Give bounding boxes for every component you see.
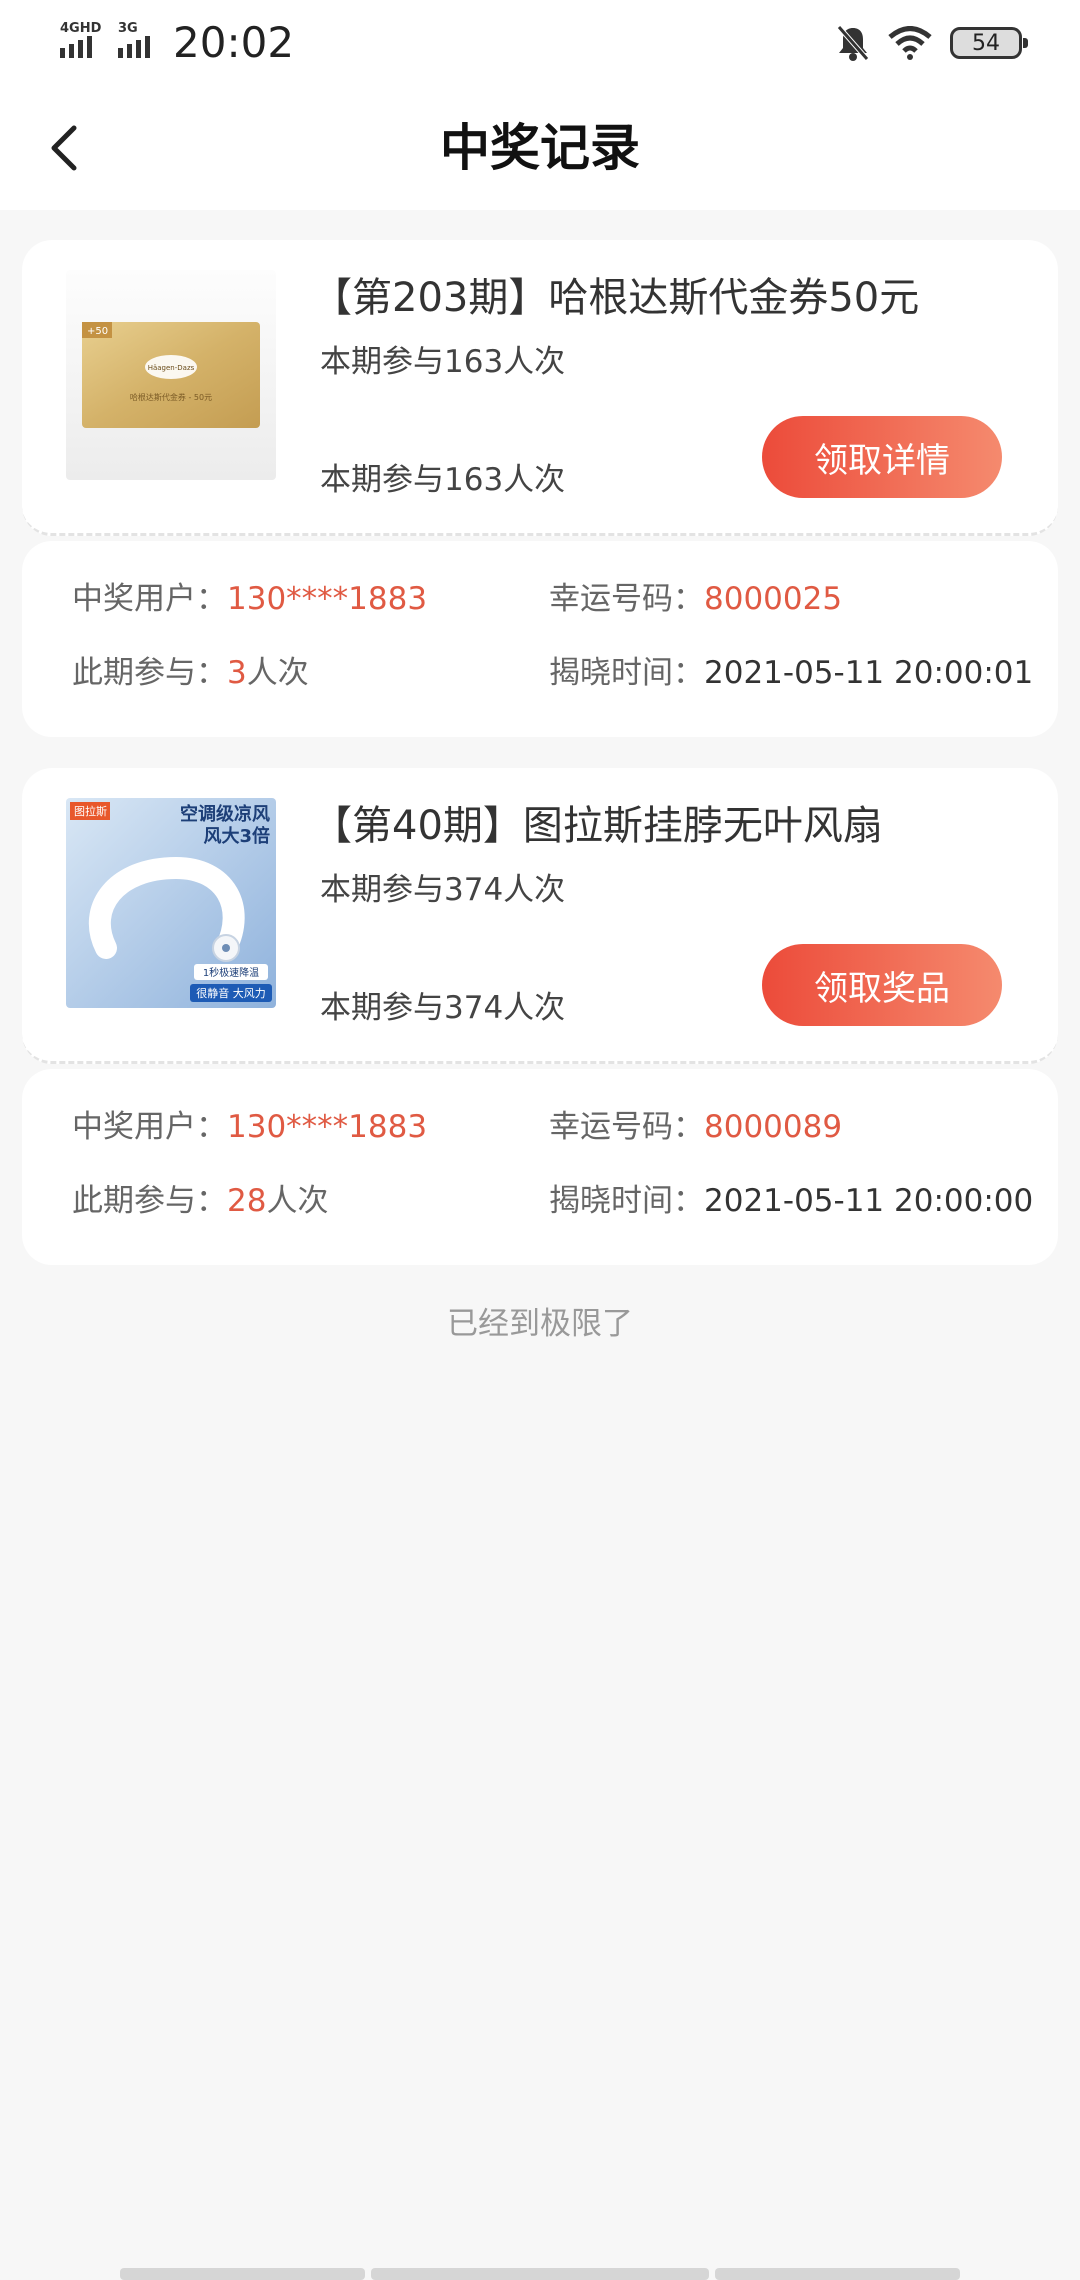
voucher-image: +50 Häagen-Dazs 哈根达斯代金券 - 50元: [66, 270, 276, 480]
lucky-label: 幸运号码：: [549, 581, 704, 617]
svg-text:空调级凉风: 空调级凉风: [180, 803, 270, 825]
nav-hint-bar: [120, 2268, 365, 2280]
joined-label: 此期参与：: [72, 1183, 227, 1219]
joined-label: 此期参与：: [72, 655, 227, 691]
svg-text:Häagen-Dazs: Häagen-Dazs: [148, 364, 195, 372]
participants-text: 本期参与163人次: [320, 462, 566, 498]
reveal-label: 揭晓时间：: [549, 655, 704, 691]
signal-icon: 4GHD 3G: [60, 21, 150, 58]
winner-user: 中奖用户：130****1883: [72, 1105, 427, 1149]
winner-label: 中奖用户：: [72, 581, 227, 617]
participants-text: 本期参与374人次: [320, 872, 566, 908]
svg-text:哈根达斯代金券 - 50元: 哈根达斯代金券 - 50元: [130, 392, 212, 402]
wifi-icon: [888, 26, 932, 60]
record-info-panel: 中奖用户：130****1883 幸运号码：8000025 此期参与：3人次 揭…: [22, 541, 1058, 737]
page-title: 中奖记录: [440, 119, 640, 177]
reveal-value: 2021-05-11 20:00:01: [704, 655, 1034, 691]
lucky-number: 幸运号码：8000089: [549, 1105, 842, 1149]
joined-count: 此期参与：3人次: [72, 651, 309, 695]
fan-product-image: 图拉斯 空调级凉风 风大3倍 1秒极速降温 很静音 大风力: [66, 798, 276, 1008]
joined-number: 28: [227, 1183, 267, 1219]
claim-prize-button[interactable]: 领取奖品: [762, 944, 1002, 1026]
svg-text:+50: +50: [87, 326, 108, 337]
joined-unit: 人次: [246, 655, 309, 691]
product-title[interactable]: 【第40期】图拉斯挂脖无叶风扇: [312, 798, 1038, 854]
winner-value: 130****1883: [227, 1109, 428, 1145]
svg-text:很静音 大风力: 很静音 大风力: [196, 986, 266, 1000]
participants-text: 本期参与374人次: [320, 990, 566, 1026]
winner-value: 130****1883: [227, 581, 428, 617]
battery-level: 54: [972, 30, 1000, 56]
claim-details-button[interactable]: 领取详情: [762, 416, 1002, 498]
product-title[interactable]: 【第203期】哈根达斯代金券50元: [312, 270, 1038, 326]
lucky-value: 8000089: [704, 1109, 843, 1145]
svg-text:图拉斯: 图拉斯: [74, 804, 107, 818]
nav-hint-bar: [715, 2268, 960, 2280]
lucky-value: 8000025: [704, 581, 843, 617]
joined-unit: 人次: [266, 1183, 329, 1219]
lucky-label: 幸运号码：: [549, 1109, 704, 1145]
svg-text:1秒极速降温: 1秒极速降温: [203, 966, 259, 979]
svg-text:3G: 3G: [118, 21, 138, 36]
bell-muted-icon: [837, 25, 869, 61]
winner-label: 中奖用户：: [72, 1109, 227, 1145]
record-card[interactable]: 图拉斯 空调级凉风 风大3倍 1秒极速降温 很静音 大风力 【第40期】图拉斯挂…: [22, 768, 1058, 1064]
lucky-number: 幸运号码：8000025: [549, 577, 842, 621]
winner-user: 中奖用户：130****1883: [72, 577, 427, 621]
nav-hint-bar: [371, 2268, 709, 2280]
joined-number: 3: [227, 655, 247, 691]
reveal-time: 揭晓时间：2021-05-11 20:00:00: [549, 1179, 1033, 1223]
nav-header: 中奖记录: [0, 86, 1080, 210]
end-of-list-text: 已经到极限了: [447, 1306, 633, 1342]
battery-icon: 54: [950, 27, 1028, 59]
svg-text:风大3倍: 风大3倍: [203, 825, 270, 847]
reveal-value: 2021-05-11 20:00:00: [704, 1183, 1034, 1219]
participants-text: 本期参与163人次: [320, 344, 566, 380]
joined-count: 此期参与：28人次: [72, 1179, 328, 1223]
status-bar: 4GHD 3G 20:02 54: [0, 0, 1080, 86]
reveal-label: 揭晓时间：: [549, 1183, 704, 1219]
svg-text:4GHD: 4GHD: [60, 21, 102, 36]
reveal-time: 揭晓时间：2021-05-11 20:00:01: [549, 651, 1033, 695]
status-time: 20:02: [173, 18, 295, 67]
record-card[interactable]: +50 Häagen-Dazs 哈根达斯代金券 - 50元 【第203期】哈根达…: [22, 240, 1058, 536]
record-info-panel: 中奖用户：130****1883 幸运号码：8000089 此期参与：28人次 …: [22, 1069, 1058, 1265]
